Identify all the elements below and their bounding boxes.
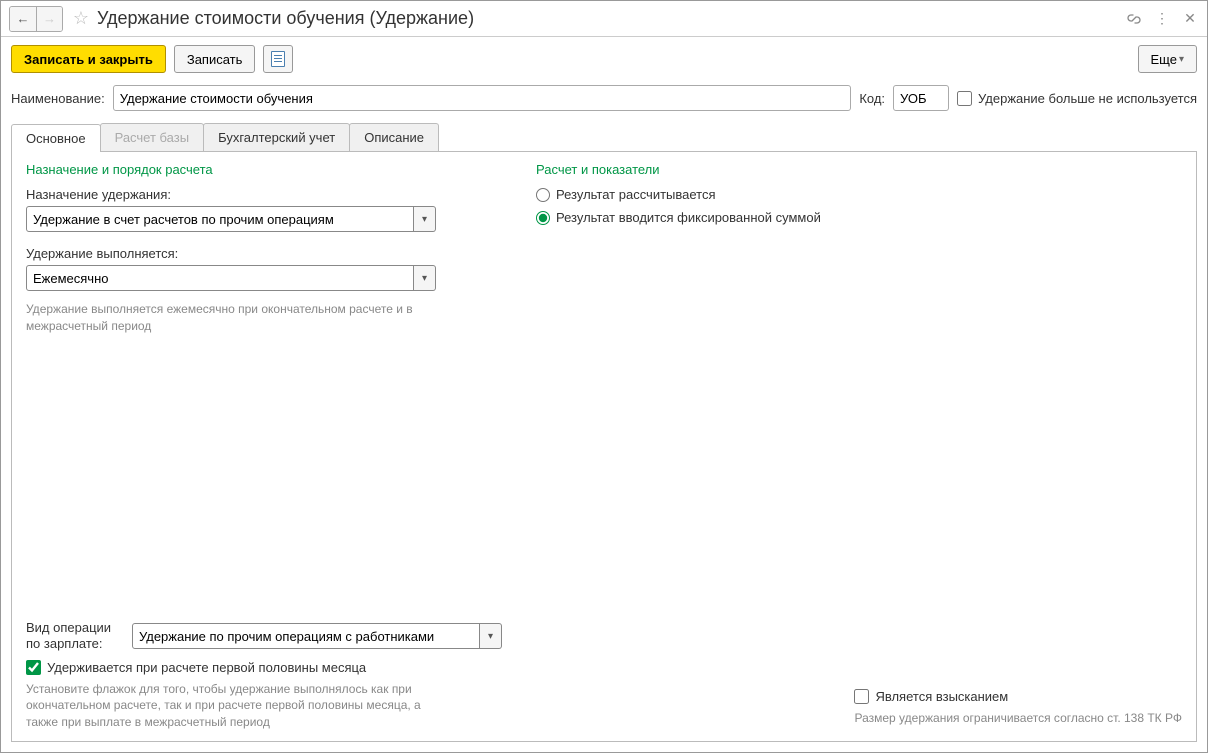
- recovery-hint: Размер удержания ограничивается согласно…: [854, 710, 1182, 727]
- exec-label: Удержание выполняется:: [26, 246, 506, 261]
- salary-op-label: Вид операции по зарплате:: [26, 620, 126, 651]
- first-half-checkbox[interactable]: [26, 660, 41, 675]
- salary-op-select[interactable]: [132, 623, 480, 649]
- tab-description[interactable]: Описание: [349, 123, 439, 151]
- list-icon: [271, 51, 285, 67]
- tab-main[interactable]: Основное: [11, 124, 101, 152]
- tab-base[interactable]: Расчет базы: [100, 123, 205, 151]
- code-input[interactable]: [893, 85, 949, 111]
- save-and-close-button[interactable]: Записать и закрыть: [11, 45, 166, 73]
- result-fixed-label: Результат вводится фиксированной суммой: [556, 210, 821, 225]
- more-button[interactable]: Еще: [1138, 45, 1197, 73]
- favorite-star-icon[interactable]: ☆: [71, 9, 91, 29]
- list-view-button[interactable]: [263, 45, 293, 73]
- is-recovery-label: Является взысканием: [875, 689, 1008, 704]
- not-used-label: Удержание больше не используется: [978, 91, 1197, 106]
- nav-forward-button[interactable]: →: [36, 7, 62, 31]
- first-half-hint: Установите флажок для того, чтобы удержа…: [26, 681, 436, 731]
- name-label: Наименование:: [11, 91, 105, 106]
- purpose-dropdown-button[interactable]: ▾: [414, 206, 436, 232]
- result-calculated-radio[interactable]: [536, 188, 550, 202]
- purpose-select[interactable]: [26, 206, 414, 232]
- result-fixed-radio[interactable]: [536, 211, 550, 225]
- tab-accounting[interactable]: Бухгалтерский учет: [203, 123, 350, 151]
- first-half-label: Удерживается при расчете первой половины…: [47, 660, 366, 675]
- kebab-menu-icon[interactable]: ⋮: [1153, 10, 1171, 28]
- calc-section-title: Расчет и показатели: [536, 162, 1182, 177]
- nav-back-button[interactable]: ←: [10, 7, 36, 31]
- purpose-section-title: Назначение и порядок расчета: [26, 162, 506, 177]
- link-icon[interactable]: [1125, 10, 1143, 28]
- exec-dropdown-button[interactable]: ▾: [414, 265, 436, 291]
- name-input[interactable]: [113, 85, 852, 111]
- is-recovery-checkbox[interactable]: [854, 689, 869, 704]
- code-label: Код:: [859, 91, 885, 106]
- save-button[interactable]: Записать: [174, 45, 256, 73]
- not-used-checkbox[interactable]: [957, 91, 972, 106]
- exec-hint: Удержание выполняется ежемесячно при око…: [26, 301, 436, 335]
- purpose-label: Назначение удержания:: [26, 187, 506, 202]
- close-icon[interactable]: ✕: [1181, 10, 1199, 28]
- window-title: Удержание стоимости обучения (Удержание): [97, 8, 1125, 29]
- result-calculated-label: Результат рассчитывается: [556, 187, 716, 202]
- salary-op-dropdown-button[interactable]: ▾: [480, 623, 502, 649]
- exec-select[interactable]: [26, 265, 414, 291]
